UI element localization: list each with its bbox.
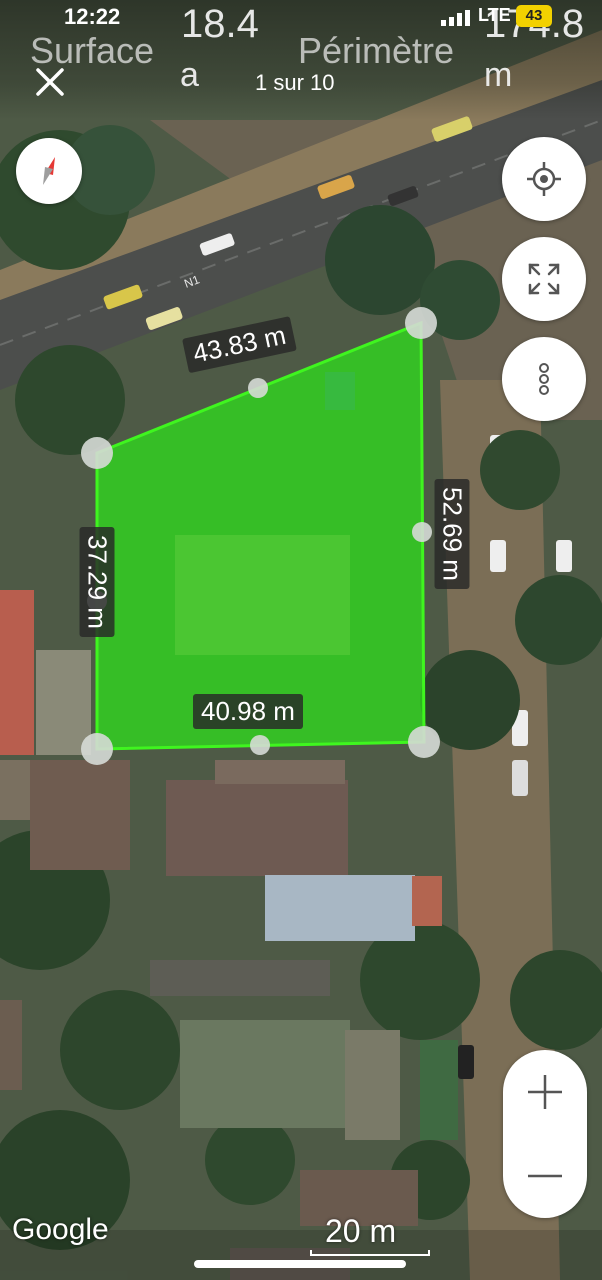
- status-bar: 12:22 LTE 43: [0, 0, 602, 36]
- scale-label: 20 m: [325, 1213, 397, 1249]
- zoom-in-button[interactable]: [503, 1050, 587, 1134]
- battery-indicator: 43: [516, 5, 552, 27]
- zoom-control: [503, 1050, 587, 1218]
- scale-bar: [310, 1250, 430, 1256]
- compass-icon: [43, 157, 55, 185]
- locate-icon: [527, 162, 561, 196]
- page-indicator: 1 sur 10: [255, 70, 335, 95]
- vertex-handle[interactable]: [408, 726, 440, 758]
- signal-icon: [441, 10, 470, 26]
- network-type: LTE: [478, 5, 511, 25]
- vertex-handle[interactable]: [405, 307, 437, 339]
- compass-button[interactable]: [16, 138, 82, 204]
- fullscreen-button[interactable]: [502, 237, 586, 321]
- midpoint-handle[interactable]: [248, 378, 268, 398]
- close-icon: [36, 68, 64, 96]
- perimetre-label: Périmètre: [298, 30, 455, 71]
- fullscreen-icon: [528, 263, 560, 295]
- edge-length-right: 52.69 m: [434, 479, 470, 589]
- surface-unit: a: [180, 56, 199, 94]
- close-button[interactable]: [32, 64, 68, 100]
- midpoint-handle[interactable]: [412, 522, 432, 542]
- more-icon: [539, 363, 549, 395]
- locate-button[interactable]: [502, 137, 586, 221]
- minus-icon: [528, 1174, 562, 1178]
- status-time: 12:22: [64, 4, 121, 29]
- more-options-button[interactable]: [502, 337, 586, 421]
- google-attribution: Google: [12, 1213, 109, 1246]
- edge-length-left: 37.29 m: [79, 527, 115, 637]
- vertex-handle[interactable]: [81, 437, 113, 469]
- perimetre-unit: m: [484, 56, 513, 94]
- plus-icon: [528, 1075, 562, 1109]
- edge-length-bottom: 40.98 m: [193, 694, 303, 729]
- zoom-out-button[interactable]: [503, 1134, 587, 1218]
- midpoint-handle[interactable]: [250, 735, 270, 755]
- vertex-handle[interactable]: [81, 733, 113, 765]
- home-indicator[interactable]: [194, 1260, 406, 1268]
